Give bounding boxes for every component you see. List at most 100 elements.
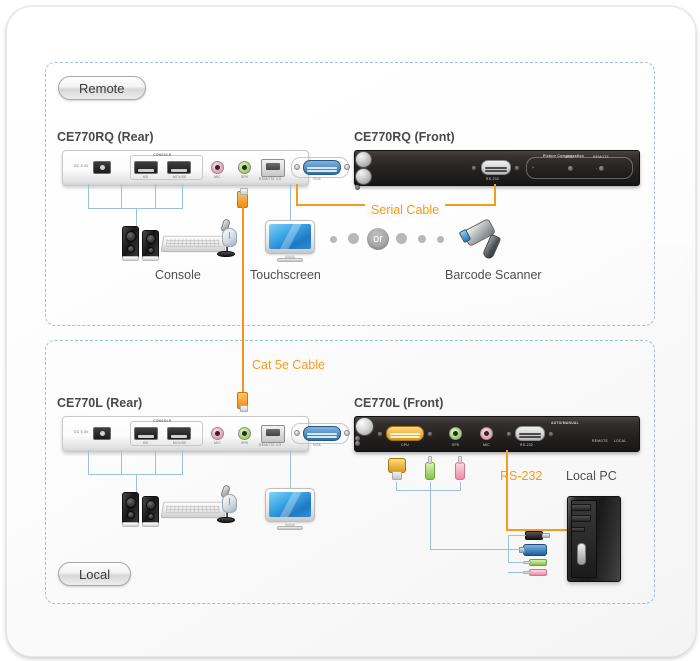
- speaker-left: [122, 226, 139, 261]
- silk-cpu-label: CPU: [401, 443, 409, 447]
- pigtail-mic-drop: [460, 482, 461, 491]
- silk-rq-serial-label: RS-232: [486, 177, 499, 181]
- l-rs232-serial-port: [515, 426, 545, 441]
- silk-l-remote-led-label: REMOTE: [592, 439, 609, 443]
- l-speaker-jack: [238, 427, 251, 440]
- device-title-ce770l-front: CE770L (Front): [354, 396, 444, 410]
- l-vga-screw-left: [294, 430, 300, 436]
- caption-barcode-scanner: Barcode Scanner: [445, 268, 542, 282]
- pc-feeder-mic: [508, 572, 524, 573]
- silk-l-front-spk-label: SPK: [452, 443, 460, 447]
- cat5e-plug-bottom: [237, 392, 248, 412]
- chain-dot-5: [437, 236, 444, 243]
- pc-mic-connector: [523, 569, 551, 576]
- silk-l-rj45-label: REMOTE I/O: [259, 443, 282, 447]
- silk-usb-kb-label: KB: [143, 175, 149, 179]
- l-front-speaker-jack: [449, 427, 462, 440]
- rs232-cable-drop: [506, 450, 508, 462]
- pc-feeder-serial: [508, 535, 526, 536]
- silk-l-usb-mouse-label: MOUSE: [173, 441, 187, 445]
- touchscreen-monitor: [265, 220, 315, 262]
- l-power-jack: [93, 427, 111, 440]
- device-ce770rq-rear-panel: DC 5.3V CONSOLE KB MOUSE MIC SPK REMOTE …: [62, 150, 350, 186]
- or-label: or: [373, 233, 383, 245]
- cpu-vga-connector: [388, 458, 406, 482]
- l-rj45-remote-io-port: [261, 425, 285, 443]
- or-separator: or: [367, 228, 389, 250]
- silk-l-mic-label: MIC: [214, 441, 221, 445]
- vga-port: [303, 160, 341, 175]
- speaker-right: [142, 230, 159, 261]
- device-ce770l-rear-panel: DC 5.3V CONSOLE KB MOUSE MIC SPK REMOTE …: [62, 416, 350, 452]
- l-leader-usb-kb: [88, 450, 89, 474]
- l-speaker-left: [122, 492, 139, 527]
- device-title-ce770rq-rear: CE770RQ (Rear): [57, 130, 154, 144]
- serial-screw-right: [514, 165, 520, 171]
- l-vga-port: [303, 426, 341, 441]
- auto-manual-button[interactable]: [355, 417, 374, 436]
- silk-l-local-led-label: LOCAL: [614, 439, 627, 443]
- speaker-jack: [238, 161, 251, 174]
- leader-spk: [182, 184, 183, 208]
- leader-usb-mouse: [121, 184, 122, 208]
- device-title-ce770rq-front: CE770RQ (Front): [354, 130, 455, 144]
- l-mouse: [222, 494, 237, 513]
- chain-dot-3: [396, 233, 407, 244]
- l-leader-usb-mouse: [121, 450, 122, 474]
- silk-l-spk-label: SPK: [241, 441, 249, 445]
- device-title-ce770l-rear: CE770L (Rear): [57, 396, 143, 410]
- rs232-serial-port: [481, 160, 511, 175]
- local-monitor: [265, 488, 315, 530]
- cpu-screw-left: [377, 431, 383, 437]
- l-front-mic-jack: [480, 427, 493, 440]
- picture-compensation-knob-1[interactable]: [355, 151, 372, 168]
- silk-spk-label: SPK: [241, 175, 249, 179]
- usb-mouse-port: [167, 161, 191, 174]
- l-serial-screw-right: [548, 431, 554, 437]
- silk-l-vga-label: VGA: [313, 443, 321, 447]
- caption-local-pc: Local PC: [566, 469, 617, 483]
- silk-picture-compensation-label: Picture Compensation: [543, 153, 584, 158]
- pc-serial-connector: [525, 531, 551, 540]
- caption-serial-cable: Serial Cable: [365, 203, 446, 217]
- l-serial-screw-left: [506, 431, 512, 437]
- silk-l-usb-kb-label: KB: [143, 441, 149, 445]
- chain-dot-1: [330, 236, 337, 243]
- silk-l-power-label: DC 5.3V: [74, 430, 89, 434]
- vga-screw-left: [294, 164, 300, 170]
- local-pc-tower: [567, 496, 621, 582]
- caption-cat5e-cable: Cat 5e Cable: [247, 358, 330, 372]
- chain-dot-2: [348, 233, 359, 244]
- silk-minus-label: -: [596, 166, 598, 170]
- badge-remote-label: Remote: [79, 80, 125, 96]
- caption-rs232: RS-232: [500, 469, 543, 483]
- badge-local-label: Local: [79, 566, 111, 582]
- l-vga-screw-right: [344, 430, 350, 436]
- cat5e-cable: [242, 206, 244, 392]
- pc-feeder-vga: [508, 549, 520, 550]
- silk-power-label: DC 5.3V: [74, 164, 89, 168]
- barcode-scanner: [458, 217, 518, 264]
- l-leader-vga-monitor: [290, 450, 291, 488]
- mouse: [222, 228, 237, 247]
- silk-plus-label: +: [532, 166, 535, 170]
- picture-compensation-knob-2[interactable]: [355, 168, 372, 185]
- caption-console: Console: [155, 268, 201, 282]
- silk-rj45-label: REMOTE I/O: [259, 177, 282, 181]
- pc-speaker-connector: [523, 559, 551, 566]
- silk-l-front-mic-label: MIC: [483, 443, 490, 447]
- chain-dot-4: [418, 235, 426, 243]
- l-leader-spk: [182, 450, 183, 474]
- pc-feeder-spk: [508, 562, 524, 563]
- mic-jack: [211, 161, 224, 174]
- rj45-remote-io-port: [261, 159, 285, 177]
- zone-local: [45, 340, 655, 604]
- power-jack: [93, 161, 111, 174]
- l-speaker-right: [142, 496, 159, 527]
- silk-mic-label: MIC: [214, 175, 221, 179]
- diagram-canvas: Remote Local CE770RQ (Rear) CE770RQ (Fro…: [0, 0, 700, 661]
- pc-vga-connector: [519, 544, 551, 556]
- pigtail-spk-drop: [430, 482, 431, 550]
- cpu-screw-right: [427, 431, 433, 437]
- caption-touchscreen: Touchscreen: [250, 268, 321, 282]
